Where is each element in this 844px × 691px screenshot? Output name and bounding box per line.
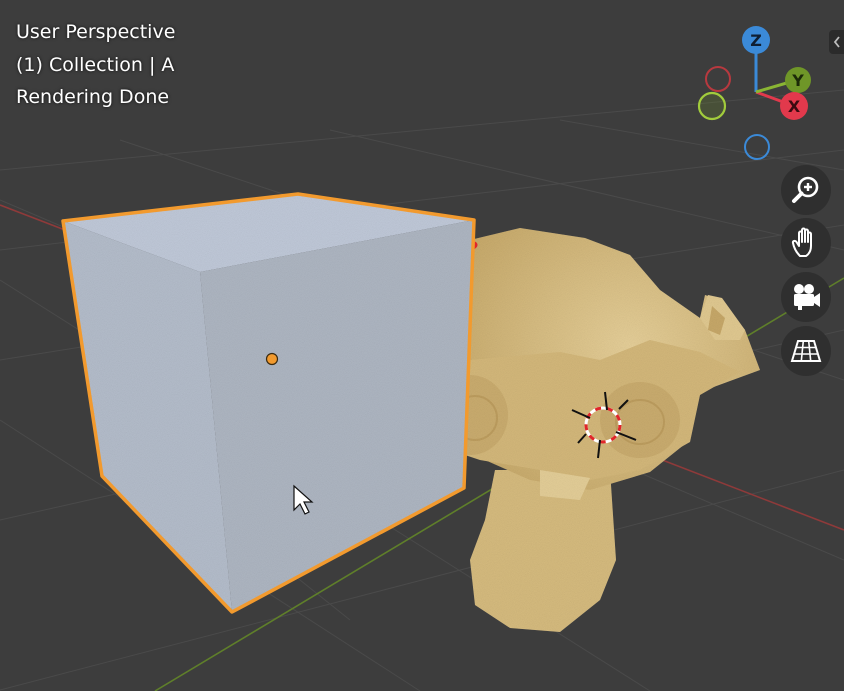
gizmo-z-label: Z [750, 31, 762, 50]
zoom-in-icon [792, 176, 819, 203]
perspective-toggle-button[interactable] [781, 326, 831, 376]
hand-icon [791, 227, 812, 257]
3d-viewport[interactable]: Z Y X User Perspective (1) Collection | … [0, 0, 844, 691]
gizmo-neg-y[interactable] [697, 91, 727, 121]
zoom-button[interactable] [781, 165, 831, 215]
grid-perspective-icon [790, 340, 822, 362]
gizmo-neg-x[interactable] [705, 66, 731, 92]
object-origin [265, 352, 279, 366]
sidebar-toggle-button[interactable] [829, 30, 844, 54]
navigation-gizmo[interactable]: Z Y X [697, 26, 811, 160]
view-name-label: User Perspective [16, 21, 176, 43]
gizmo-y-label: Y [791, 71, 804, 90]
chevron-left-icon [833, 36, 840, 48]
pan-button[interactable] [781, 218, 831, 268]
gizmo-x-label: X [788, 97, 801, 116]
camera-view-button[interactable] [781, 272, 831, 322]
render-status-label: Rendering Done [16, 86, 170, 108]
camera-icon [794, 284, 820, 310]
cube-mesh[interactable] [63, 194, 474, 612]
gizmo-neg-z[interactable] [744, 134, 770, 160]
collection-info-label: (1) Collection | A [16, 54, 175, 76]
